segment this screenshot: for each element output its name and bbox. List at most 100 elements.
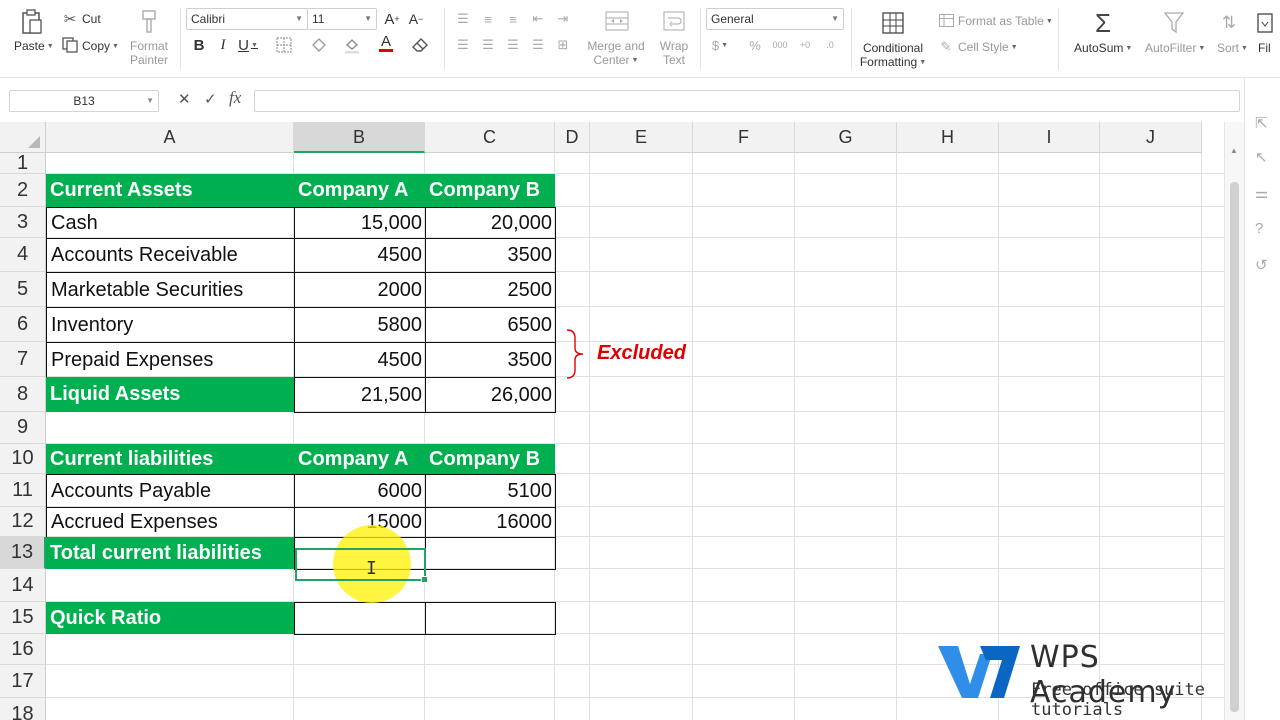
- active-cell-selection[interactable]: [295, 548, 428, 583]
- column-header-i[interactable]: I: [999, 122, 1100, 153]
- number-format-select[interactable]: General ▼: [706, 8, 844, 30]
- row-header-3[interactable]: 3: [0, 207, 46, 238]
- align-top-icon[interactable]: ☰: [453, 9, 473, 29]
- autofilter-button[interactable]: AutoFilter ▼: [1145, 41, 1205, 56]
- help-icon[interactable]: ?: [1255, 220, 1263, 237]
- currency-icon[interactable]: $ ▼: [710, 35, 730, 55]
- cell-c15[interactable]: [425, 602, 556, 635]
- column-header-c[interactable]: C: [425, 122, 555, 153]
- underline-icon[interactable]: U ▼: [238, 35, 258, 55]
- column-header-f[interactable]: F: [693, 122, 795, 153]
- decrease-font-icon[interactable]: A −: [406, 9, 426, 29]
- column-header-b[interactable]: B: [294, 122, 425, 153]
- name-box[interactable]: B13 ▼: [9, 90, 159, 112]
- settings-sliders-icon[interactable]: ⚌: [1255, 184, 1268, 202]
- cell-a5[interactable]: Marketable Securities: [46, 272, 295, 308]
- row-header-9[interactable]: 9: [0, 412, 46, 444]
- borders-icon[interactable]: [274, 35, 294, 55]
- cell-c7[interactable]: 3500: [425, 342, 556, 378]
- row-header-2[interactable]: 2: [0, 174, 46, 207]
- cell-c11[interactable]: 5100: [425, 474, 556, 508]
- clear-format-icon[interactable]: [410, 35, 430, 55]
- conditional-formatting-button[interactable]: Conditional Formatting ▼: [856, 41, 930, 70]
- history-icon[interactable]: ↺: [1255, 256, 1268, 274]
- increase-font-icon[interactable]: A +: [382, 9, 402, 29]
- cell-c4[interactable]: 3500: [425, 238, 556, 273]
- justify-icon[interactable]: ☰: [528, 35, 548, 55]
- cell-a12[interactable]: Accrued Expenses: [46, 507, 295, 538]
- decrease-decimal-icon[interactable]: .0: [820, 35, 840, 55]
- cell-a3[interactable]: Cash: [46, 207, 295, 239]
- indent-increase-icon[interactable]: ⇥: [553, 9, 573, 29]
- scrollbar-thumb[interactable]: [1230, 182, 1239, 712]
- bold-icon[interactable]: B: [189, 35, 209, 55]
- cell-c13[interactable]: [425, 537, 556, 570]
- cell-a8-liquid-assets[interactable]: Liquid Assets: [46, 377, 294, 412]
- row-header-8[interactable]: 8: [0, 377, 46, 412]
- cell-a10-header[interactable]: Current liabilities: [46, 444, 294, 474]
- paste-icon[interactable]: [20, 8, 44, 36]
- row-header-12[interactable]: 12: [0, 507, 46, 537]
- cell-style-button[interactable]: Cell Style ▼: [958, 40, 1018, 55]
- properties-icon[interactable]: ⇱: [1255, 114, 1268, 132]
- cell-c12[interactable]: 16000: [425, 507, 556, 538]
- cell-b4[interactable]: 4500: [294, 238, 426, 273]
- italic-icon[interactable]: I: [213, 35, 233, 55]
- column-header-j[interactable]: J: [1100, 122, 1202, 153]
- row-header-7[interactable]: 7: [0, 342, 46, 377]
- cell-b7[interactable]: 4500: [294, 342, 426, 378]
- cell-b8[interactable]: 21,500: [294, 377, 426, 413]
- cell-b11[interactable]: 6000: [294, 474, 426, 508]
- cell-a7[interactable]: Prepaid Expenses: [46, 342, 295, 378]
- row-header-14[interactable]: 14: [0, 569, 46, 602]
- row-header-18[interactable]: 18: [0, 698, 46, 720]
- cell-a11[interactable]: Accounts Payable: [46, 474, 295, 508]
- align-right-icon[interactable]: ☰: [503, 35, 523, 55]
- row-header-1[interactable]: 1: [0, 152, 46, 174]
- confirm-icon[interactable]: ✓: [204, 90, 217, 108]
- cell-b10-header[interactable]: Company A: [294, 444, 425, 474]
- row-header-10[interactable]: 10: [0, 444, 46, 474]
- cell-c8[interactable]: 26,000: [425, 377, 556, 413]
- cell-b15[interactable]: [294, 602, 426, 635]
- format-as-table-button[interactable]: Format as Table ▼: [958, 14, 1053, 29]
- cancel-icon[interactable]: ✕: [178, 90, 191, 108]
- cell-fill-icon[interactable]: [309, 35, 329, 55]
- autosum-button[interactable]: AutoSum ▼: [1074, 41, 1132, 56]
- paste-button[interactable]: Paste ▼: [14, 39, 54, 54]
- cell-a13-total-liabilities[interactable]: Total current liabilities: [46, 537, 294, 569]
- column-header-h[interactable]: H: [897, 122, 999, 153]
- vertical-scrollbar[interactable]: ▲: [1224, 122, 1244, 720]
- spreadsheet-grid[interactable]: ABCDEFGHIJ 1 2 3 4 5 6 7 8 9 10 11 12 13 14 15 16 17 18 C…: [0, 122, 1224, 720]
- format-painter-button[interactable]: Format Painter: [126, 39, 172, 67]
- row-header-17[interactable]: 17: [0, 665, 46, 698]
- copy-button[interactable]: Copy ▼: [82, 39, 119, 54]
- cell-a15-quick-ratio[interactable]: Quick Ratio: [46, 602, 294, 634]
- align-left-icon[interactable]: ☰: [453, 35, 473, 55]
- row-header-6[interactable]: 6: [0, 307, 46, 342]
- cell-c6[interactable]: 6500: [425, 307, 556, 343]
- insert-function-icon[interactable]: fx: [229, 88, 241, 108]
- cell-c10-header[interactable]: Company B: [425, 444, 555, 474]
- cell-a6[interactable]: Inventory: [46, 307, 295, 343]
- font-size-select[interactable]: 11 ▼: [307, 8, 377, 30]
- cell-c2-header[interactable]: Company B: [425, 174, 555, 207]
- merge-center-button[interactable]: Merge and Center ▼: [584, 39, 648, 68]
- wrap-text-button[interactable]: Wrap Text: [654, 39, 694, 67]
- cell-b2-header[interactable]: Company A: [294, 174, 425, 207]
- formula-input[interactable]: [254, 90, 1240, 112]
- indent-decrease-icon[interactable]: ⇤: [528, 9, 548, 29]
- percent-icon[interactable]: %: [745, 35, 765, 55]
- scroll-up-icon[interactable]: ▲: [1230, 146, 1238, 155]
- cut-button[interactable]: Cut: [82, 12, 101, 26]
- fill-button[interactable]: Fil: [1258, 41, 1271, 55]
- highlight-color-icon[interactable]: [342, 35, 362, 55]
- row-header-15[interactable]: 15: [0, 602, 46, 634]
- row-header-13[interactable]: 13: [0, 537, 46, 569]
- align-center-icon[interactable]: ☰: [478, 35, 498, 55]
- font-color-icon[interactable]: A: [376, 33, 396, 53]
- cell-b5[interactable]: 2000: [294, 272, 426, 308]
- cell-a2-header[interactable]: Current Assets: [46, 174, 294, 207]
- cell-b3[interactable]: 15,000: [294, 207, 426, 239]
- row-header-11[interactable]: 11: [0, 474, 46, 507]
